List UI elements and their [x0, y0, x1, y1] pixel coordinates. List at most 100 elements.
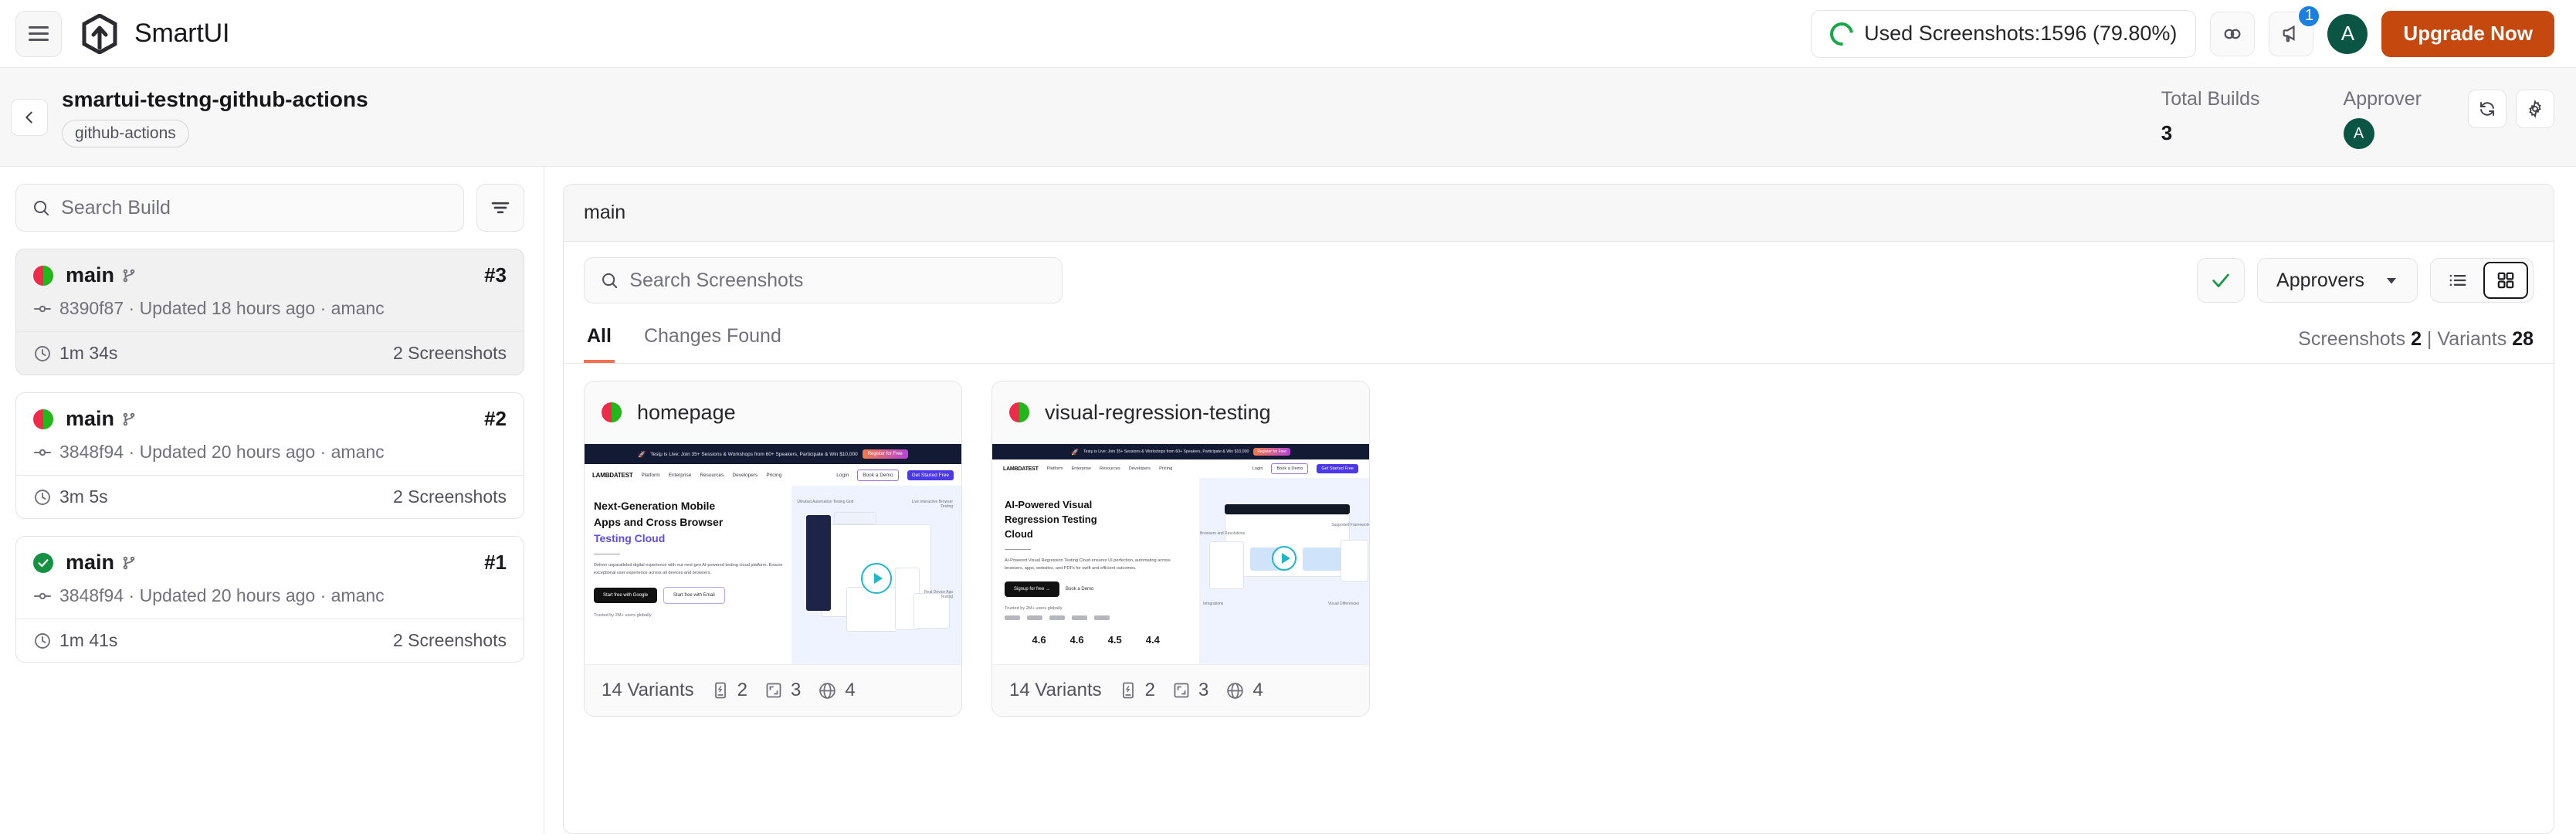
clock-icon	[35, 632, 50, 649]
thumbnail-render: 🚀 Testμ is Live: Join 35+ Sessions & Wor…	[585, 444, 961, 664]
chain-link-button[interactable]	[2210, 11, 2256, 56]
back-button[interactable]	[11, 98, 48, 136]
thumb-hero-illustration: Browsers and Resolutions Supported Frame…	[1199, 478, 1369, 664]
approvers-dropdown-label: Approvers	[2276, 269, 2364, 291]
build-card-row-meta: 3848f94 · Updated 20 hours ago · amanc	[33, 585, 507, 606]
clock-icon	[35, 345, 50, 361]
thumb-illus-panel	[1225, 503, 1351, 515]
thumb-trusted-text: Trusted by 2M+ users globally	[594, 612, 652, 618]
screenshot-thumbnail[interactable]: 🚀 Testμ is Live: Join 35+ Sessions & Wor…	[585, 443, 961, 665]
screenshot-card[interactable]: visual-regression-testing 🚀 Testμ is Liv…	[991, 381, 1370, 717]
user-avatar[interactable]: A	[2327, 13, 2368, 54]
donut-progress-icon	[1825, 17, 1859, 50]
tab-all[interactable]: All	[584, 317, 615, 363]
screenshot-thumbnail[interactable]: 🚀 Testμ is Live: Join 35+ Sessions & Wor…	[992, 443, 1369, 665]
mobile-device-icon	[714, 682, 726, 699]
build-branch-name: main	[66, 263, 115, 286]
smartui-logo-icon	[82, 13, 117, 54]
thumb-nav-item: Pricing	[1159, 466, 1173, 471]
screenshots-toolbar: Approvers	[564, 242, 2554, 317]
build-list-item[interactable]: main #2 3848f94 · Updated 20 hours ago ·…	[15, 392, 524, 519]
project-meta: smartui-testng-github-actions github-act…	[62, 87, 368, 147]
view-mode-toggle	[2430, 258, 2534, 303]
project-tag-badge: github-actions	[62, 119, 189, 147]
screenshot-card-footer: 14 Variants 2 3 4	[992, 665, 1369, 716]
settings-button[interactable]	[2516, 90, 2554, 128]
screenshot-status-icon	[602, 402, 622, 422]
panel-header-branch: main	[564, 185, 2554, 242]
brand-logo-icon	[1094, 615, 1110, 621]
refresh-button[interactable]	[2468, 90, 2507, 128]
variants-count-label: 14 Variants	[1009, 680, 1102, 700]
project-header: smartui-testng-github-actions github-act…	[0, 68, 2576, 167]
resolution-metric: 3	[764, 680, 801, 701]
build-list-item[interactable]: main #3 8390f87 · Updated 18 hours ago ·…	[15, 249, 524, 375]
counts-variants-label: Variants	[2437, 328, 2507, 350]
thumb-nav-demo: Book a Demo	[857, 469, 899, 481]
tab-changes-found[interactable]: Changes Found	[641, 317, 785, 363]
device-metric: 2	[711, 680, 747, 701]
play-button-icon	[1272, 545, 1297, 571]
thumb-site-nav: LAMBDATEST Platform Enterprise Resources…	[992, 459, 1369, 478]
build-number: #2	[484, 407, 507, 430]
build-card-row-meta: 8390f87 · Updated 18 hours ago · amanc	[33, 298, 507, 319]
build-meta-text: 3848f94 · Updated 20 hours ago · amanc	[59, 585, 385, 605]
thumb-nav-item: Resources	[700, 472, 724, 478]
thumb-paragraph: Deliver unparalleled digital experience …	[594, 563, 783, 576]
thumb-hero-text: Next-Generation Mobile Apps and Cross Br…	[585, 486, 791, 664]
approvers-dropdown[interactable]: Approvers	[2257, 258, 2418, 303]
thumb-promo-banner: 🚀 Testμ is Live: Join 35+ Sessions & Wor…	[992, 444, 1369, 459]
hamburger-menu-button[interactable]	[15, 10, 62, 57]
grid-view-button[interactable]	[2483, 262, 2528, 299]
approver-label: Approver	[2343, 88, 2422, 110]
search-screenshots-box[interactable]	[584, 257, 1063, 303]
thumb-heading-accent: Cloud	[1005, 527, 1033, 540]
brand-logo-icon	[1072, 615, 1087, 621]
thumb-hero: AI-Powered Visual Regression Testing Clo…	[992, 478, 1369, 664]
screenshot-card-title: visual-regression-testing	[1045, 400, 1271, 424]
list-view-button[interactable]	[2435, 262, 2480, 299]
body-layout: main #3 8390f87 · Updated 18 hours ago ·…	[0, 167, 2576, 834]
build-branch-name: main	[66, 551, 115, 574]
approve-all-button[interactable]	[2197, 258, 2246, 303]
gear-icon	[2529, 100, 2541, 118]
search-build-input[interactable]	[61, 196, 448, 219]
total-builds-label: Total Builds	[2161, 88, 2260, 110]
git-commit-icon	[34, 305, 51, 312]
thumb-hero: Next-Generation Mobile Apps and Cross Br…	[585, 486, 961, 664]
rating-value: 4.6	[1032, 634, 1046, 644]
screenshot-card-grid: homepage 🚀 Testμ is Live: Join 35+ Sessi…	[564, 364, 2554, 833]
screenshot-card[interactable]: homepage 🚀 Testμ is Live: Join 35+ Sessi…	[584, 381, 962, 717]
build-card-top: main #3 8390f87 · Updated 18 hours ago ·…	[16, 249, 524, 331]
search-screenshots-input[interactable]	[629, 269, 1046, 292]
filter-icon	[491, 202, 510, 214]
filter-button[interactable]	[476, 184, 524, 232]
thumb-heading-accent: Testing Cloud	[594, 532, 666, 544]
build-card-row-primary: main #1	[33, 551, 507, 575]
thumb-illustration-group: Browsers and Resolutions Supported Frame…	[1200, 503, 1369, 609]
thumb-illus-panel	[806, 514, 831, 612]
top-nav-actions: Used Screenshots:1596 (79.80%) 1 A Upgra…	[1811, 4, 2554, 58]
checkmark-icon	[38, 558, 49, 567]
thumb-heading-line2: Regression Testing	[1005, 513, 1097, 525]
list-view-icon	[2449, 274, 2466, 286]
screenshots-panel: main Approvers	[563, 184, 2554, 834]
announcements-button[interactable]: 1	[2269, 4, 2321, 56]
device-count: 2	[1144, 680, 1155, 700]
upgrade-now-button[interactable]: Upgrade Now	[2381, 10, 2554, 57]
rating-value: 4.4	[1145, 634, 1160, 644]
thumb-illus-label: Browsers and Resolutions	[1200, 531, 1246, 536]
usage-indicator[interactable]: Used Screenshots:1596 (79.80%)	[1811, 9, 2197, 58]
page-title: smartui-testng-github-actions	[62, 86, 368, 111]
build-list-item[interactable]: main #1 3848f94 · Updated 20 hours ago ·…	[15, 536, 524, 663]
build-duration: 1m 34s	[33, 343, 117, 364]
build-meta-text: 3848f94 · Updated 20 hours ago · amanc	[59, 442, 385, 462]
chain-link-icon	[2225, 29, 2241, 39]
thumb-nav-item: Enterprise	[668, 472, 692, 478]
approver-avatar[interactable]: A	[2343, 118, 2374, 149]
thumb-banner-cta: Register for Free	[1253, 448, 1290, 456]
thumbnail-render: 🚀 Testμ is Live: Join 35+ Sessions & Wor…	[992, 444, 1369, 664]
search-build-box[interactable]	[15, 184, 464, 232]
thumb-nav-item: Platform	[641, 472, 660, 478]
thumb-nav-cta: Get Started Free	[907, 470, 954, 480]
